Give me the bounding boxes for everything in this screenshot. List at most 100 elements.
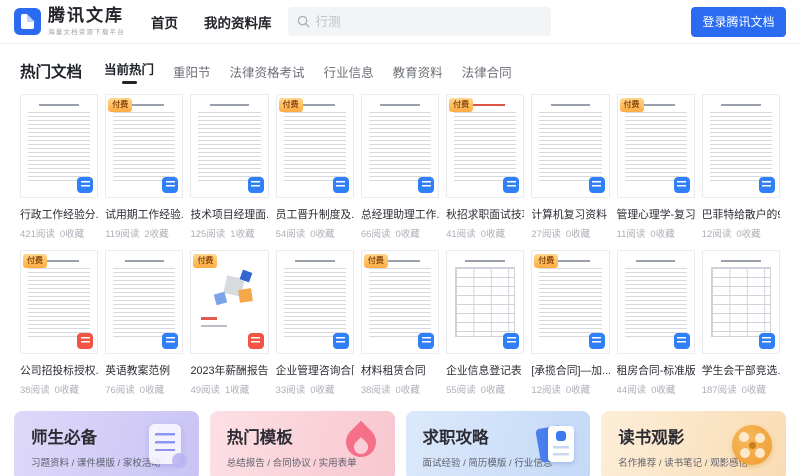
document-stats: 41阅读 0收藏 bbox=[446, 226, 524, 240]
document-card[interactable]: 付费 租房合同-标准版 44阅读 0收藏 bbox=[616, 249, 695, 396]
read-count: 12阅读 bbox=[701, 228, 732, 240]
thumb-text-lines bbox=[539, 111, 602, 182]
category-tab-4[interactable]: 教育资料 bbox=[393, 62, 443, 81]
paid-badge: 付费 bbox=[363, 253, 388, 268]
file-type-icon bbox=[673, 332, 690, 349]
thumb-title-line bbox=[380, 103, 420, 106]
thumb-title-line bbox=[465, 259, 505, 262]
document-card[interactable]: 付费 企业管理咨询合同 33阅读 0收藏 bbox=[275, 249, 354, 396]
read-count: 27阅读 bbox=[531, 228, 561, 240]
document-thumbnail: 付费 bbox=[701, 93, 780, 198]
category-tab-1[interactable]: 重阳节 bbox=[173, 62, 211, 81]
document-stats: 12阅读 0收藏 bbox=[531, 382, 609, 396]
document-card[interactable]: 付费 秋招求职面试技巧 41阅读 0收藏 bbox=[446, 93, 525, 240]
collect-count: 0收藏 bbox=[54, 384, 79, 396]
document-stats: 27阅读 0收藏 bbox=[531, 226, 609, 240]
document-card[interactable]: 付费 员工晋升制度及... 54阅读 0收藏 bbox=[275, 93, 354, 240]
collect-count: 0收藏 bbox=[395, 228, 420, 240]
category-tab-5[interactable]: 法律合同 bbox=[462, 62, 512, 81]
document-thumbnail: 付费 bbox=[360, 93, 440, 198]
paid-badge: 付费 bbox=[449, 97, 474, 112]
collect-count: 2收藏 bbox=[144, 228, 169, 240]
document-thumbnail: 付费 bbox=[446, 93, 525, 198]
read-count: 44阅读 bbox=[616, 384, 647, 396]
document-card[interactable]: 付费 材料租赁合同 38阅读 0收藏 bbox=[360, 249, 440, 396]
collect-count: 0收藏 bbox=[651, 384, 676, 396]
category-tab-3[interactable]: 行业信息 bbox=[324, 62, 374, 81]
collect-count: 0收藏 bbox=[310, 228, 335, 240]
document-card[interactable]: 付费 公司招投标授权... 38阅读 0收藏 bbox=[20, 249, 99, 396]
logo-subtitle: 海量文档资源下载平台 bbox=[48, 29, 125, 36]
file-type-icon bbox=[77, 176, 94, 193]
document-card[interactable]: 付费 学生会干部竞选... 187阅读 0收藏 bbox=[701, 249, 780, 396]
thumb-text-lines bbox=[624, 111, 687, 182]
nav-item-home[interactable]: 首页 bbox=[151, 12, 178, 32]
thumb-text-lines bbox=[113, 111, 176, 182]
document-icon bbox=[141, 422, 189, 470]
document-title: 企业管理咨询合同 bbox=[275, 364, 354, 377]
document-stats: 38阅读 0收藏 bbox=[20, 382, 98, 396]
document-card[interactable]: 付费 2023年薪酬报告... 49阅读 1收藏 bbox=[190, 249, 269, 396]
document-row-1: 付费 行政工作经验分... 421阅读 0收藏 付费 试用期工作经验... 119… bbox=[0, 93, 800, 240]
category-tab-0[interactable]: 当前热门 bbox=[104, 59, 154, 84]
collect-count: 0收藏 bbox=[395, 384, 420, 396]
paid-badge: 付费 bbox=[619, 97, 644, 112]
document-card[interactable]: 付费 [承揽合同]—加... 12阅读 0收藏 bbox=[531, 249, 610, 396]
collect-count: 0收藏 bbox=[650, 228, 675, 240]
collect-count: 1收藏 bbox=[225, 384, 250, 396]
login-button[interactable]: 登录腾讯文档 bbox=[691, 6, 786, 37]
promo-banners: 师生必备 习题资料 / 课件模版 / 家校活动 热门模板 总结报告 / 合同协议… bbox=[0, 410, 800, 476]
thumb-title-line bbox=[550, 103, 591, 106]
document-card[interactable]: 付费 行政工作经验分... 421阅读 0收藏 bbox=[20, 93, 99, 240]
document-thumbnail: 付费 bbox=[446, 249, 525, 354]
document-title: 公司招投标授权... bbox=[20, 364, 99, 377]
document-stats: 54阅读 0收藏 bbox=[276, 226, 354, 240]
document-title: 企业信息登记表 bbox=[446, 364, 522, 377]
document-stats: 125阅读 1收藏 bbox=[190, 226, 268, 240]
collect-count: 0收藏 bbox=[480, 384, 505, 396]
document-title: 材料租赁合同 bbox=[360, 364, 426, 377]
document-title: [承揽合同]—加... bbox=[531, 364, 610, 377]
promo-banner[interactable]: 读书观影 名作推荐 / 读书笔记 / 观影感悟 bbox=[601, 410, 786, 476]
document-thumbnail: 付费 bbox=[105, 93, 184, 198]
read-count: 125阅读 bbox=[190, 228, 226, 240]
document-card[interactable]: 付费 计算机复习资料 27阅读 0收藏 bbox=[531, 93, 610, 240]
file-type-icon bbox=[588, 332, 605, 349]
promo-banner[interactable]: 师生必备 习题资料 / 课件模版 / 家校活动 bbox=[14, 410, 199, 476]
document-card[interactable]: 付费 总经理助理工作... 66阅读 0收藏 bbox=[360, 93, 440, 240]
collect-count: 0收藏 bbox=[139, 384, 165, 396]
document-thumbnail: 付费 bbox=[616, 249, 695, 354]
document-title: 秋招求职面试技巧 bbox=[446, 208, 525, 221]
thumb-text-lines bbox=[283, 111, 346, 182]
hot-docs-section-head: 热门文档 当前热门 重阳节 法律资格考试 行业信息 教育资料 法律合同 bbox=[0, 59, 800, 84]
thumb-text-lines bbox=[113, 267, 176, 338]
thumb-title-line bbox=[39, 103, 79, 106]
category-tab-2[interactable]: 法律资格考试 bbox=[230, 62, 305, 81]
document-card[interactable]: 付费 巴菲特给散户的9... 12阅读 0收藏 bbox=[701, 93, 780, 240]
promo-banner[interactable]: 热门模板 总结报告 / 合同协议 / 实用表单 bbox=[209, 410, 395, 476]
collect-count: 0收藏 bbox=[741, 384, 766, 396]
file-type-icon bbox=[247, 332, 264, 349]
paid-badge: 付费 bbox=[108, 97, 133, 112]
read-count: 38阅读 bbox=[20, 384, 50, 396]
thumb-text-lines bbox=[624, 267, 687, 338]
document-card[interactable]: 付费 管理心理学-复习... 11阅读 0收藏 bbox=[616, 93, 695, 240]
paid-badge: 付费 bbox=[193, 253, 218, 268]
document-card[interactable]: 付费 企业信息登记表 55阅读 0收藏 bbox=[446, 249, 525, 396]
search-input[interactable] bbox=[315, 14, 542, 29]
search-box[interactable] bbox=[287, 7, 551, 36]
document-card[interactable]: 付费 技术项目经理面... 125阅读 1收藏 bbox=[190, 93, 269, 240]
promo-banner[interactable]: 求职攻略 面试经验 / 简历模版 / 行业信息 bbox=[405, 410, 591, 476]
logo[interactable]: 腾讯文库 海量文档资源下载平台 bbox=[14, 7, 125, 36]
document-card[interactable]: 付费 试用期工作经验... 119阅读 2收藏 bbox=[105, 93, 184, 240]
document-thumbnail: 付费 bbox=[105, 249, 184, 354]
thumb-text-lines bbox=[28, 111, 91, 182]
document-thumbnail: 付费 bbox=[531, 249, 610, 354]
document-title: 总经理助理工作... bbox=[360, 208, 440, 221]
document-thumbnail: 付费 bbox=[20, 249, 99, 354]
file-type-icon bbox=[418, 332, 435, 349]
document-card[interactable]: 付费 英语教案范例 76阅读 0收藏 bbox=[105, 249, 184, 396]
nav-item-my-library[interactable]: 我的资料库 bbox=[204, 12, 272, 32]
read-count: 49阅读 bbox=[190, 384, 221, 396]
main-nav: 首页 我的资料库 bbox=[151, 12, 272, 32]
